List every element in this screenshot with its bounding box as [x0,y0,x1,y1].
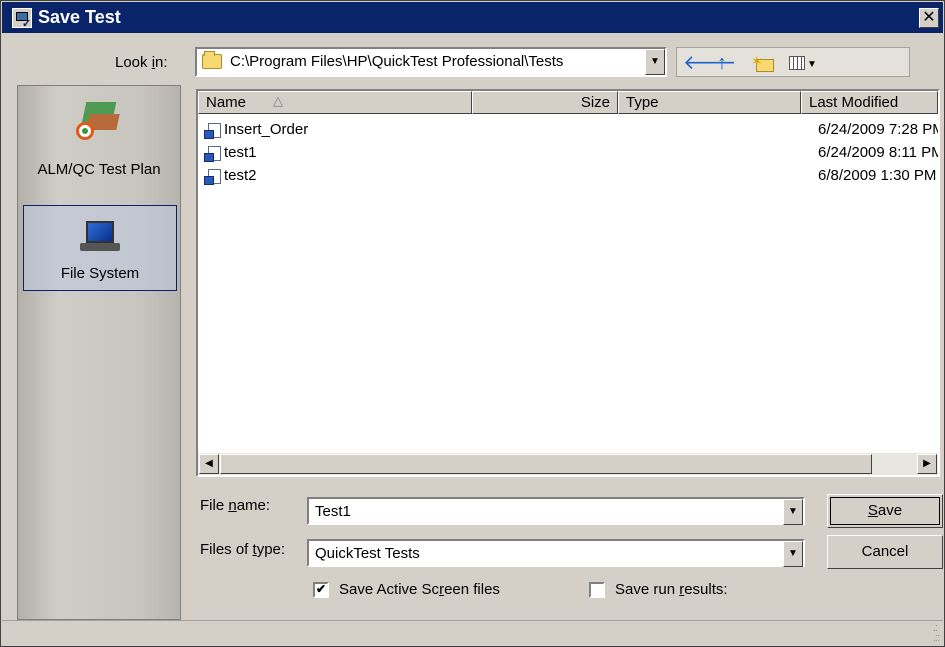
cancel-button[interactable]: Cancel [827,535,943,569]
file-modified: 6/8/2009 1:30 PM [818,167,937,184]
file-type-dropdown[interactable]: QuickTest Tests ▼ [307,539,805,567]
save-run-results-checkbox[interactable] [589,582,605,598]
horizontal-scrollbar[interactable]: ◀ ▶ [198,453,938,475]
list-item[interactable]: Insert_Order 6/24/2009 7:28 PM [198,120,938,142]
test-file-icon [204,169,222,186]
chevron-down-icon[interactable]: ▼ [645,49,665,75]
file-name: test2 [224,167,257,184]
list-item[interactable]: test1 6/24/2009 8:11 PM [198,143,938,165]
column-header-type[interactable]: Type [618,91,801,114]
chevron-down-icon[interactable]: ▼ [783,541,803,567]
save-button[interactable]: Save [827,494,943,528]
column-header-last-modified[interactable]: Last Modified [801,91,938,114]
navigation-toolbar: 🡐 ↑ ✶ ▼ [676,47,910,77]
look-in-label: Look in: [115,54,168,71]
test-file-icon [204,123,222,140]
save-active-screen-label: Save Active Screen files [339,581,500,598]
computer-icon [80,219,122,253]
save-test-dialog: ✓ Save Test ✕ Look in: C:\Program Files\… [0,0,945,647]
place-label: File System [60,265,140,282]
dialog-title: Save Test [38,7,121,27]
column-header-name[interactable]: Name △ [198,91,472,114]
save-active-screen-checkbox[interactable]: ✔ [313,582,329,598]
file-name-field[interactable]: Test1 ▼ [307,497,805,525]
save-run-results-label: Save run results: [615,581,728,598]
place-alm-qc-test-plan[interactable]: ALM/QC Test Plan [18,90,180,202]
close-button[interactable]: ✕ [919,8,939,28]
back-arrow-icon[interactable]: 🡐 [683,50,737,76]
list-item[interactable]: test2 6/8/2009 1:30 PM [198,166,938,188]
file-modified: 6/24/2009 8:11 PM [818,144,938,161]
file-type-value: QuickTest Tests [315,545,420,562]
look-in-path: C:\Program Files\HP\QuickTest Profession… [230,53,564,70]
title-bar[interactable]: ✓ Save Test ✕ [2,2,943,33]
file-type-label: Files of type: [200,541,286,558]
place-file-system[interactable]: File System [23,205,177,291]
new-folder-icon[interactable]: ✶ [751,50,777,76]
resize-grip-icon[interactable]: .:.:: [933,623,940,644]
chevron-down-icon[interactable]: ▼ [783,499,803,525]
folder-icon [202,51,222,69]
file-name-label: File name: [200,497,271,514]
file-modified: 6/24/2009 7:28 PM [818,121,938,138]
scrollbar-thumb[interactable] [220,454,872,474]
file-list[interactable]: Name △ Size Type Last Modified Insert_Or… [196,89,940,477]
place-label: ALM/QC Test Plan [37,161,161,178]
column-header-size[interactable]: Size [472,91,618,114]
test-file-icon [204,146,222,163]
places-bar: ALM/QC Test Plan File System [17,85,181,620]
views-menu-icon[interactable]: ▼ [785,50,825,76]
status-bar: .:.:: [2,620,943,646]
scroll-right-icon[interactable]: ▶ [917,454,937,474]
look-in-dropdown[interactable]: C:\Program Files\HP\QuickTest Profession… [195,47,667,77]
alm-qc-icon [76,102,120,142]
up-folder-icon[interactable]: ↑ [709,50,735,76]
file-name-value: Test1 [315,503,351,520]
app-icon: ✓ [12,8,32,30]
file-name: Insert_Order [224,121,309,138]
file-name: test1 [224,144,257,161]
sort-ascending-icon: △ [273,93,283,108]
scroll-left-icon[interactable]: ◀ [199,454,219,474]
